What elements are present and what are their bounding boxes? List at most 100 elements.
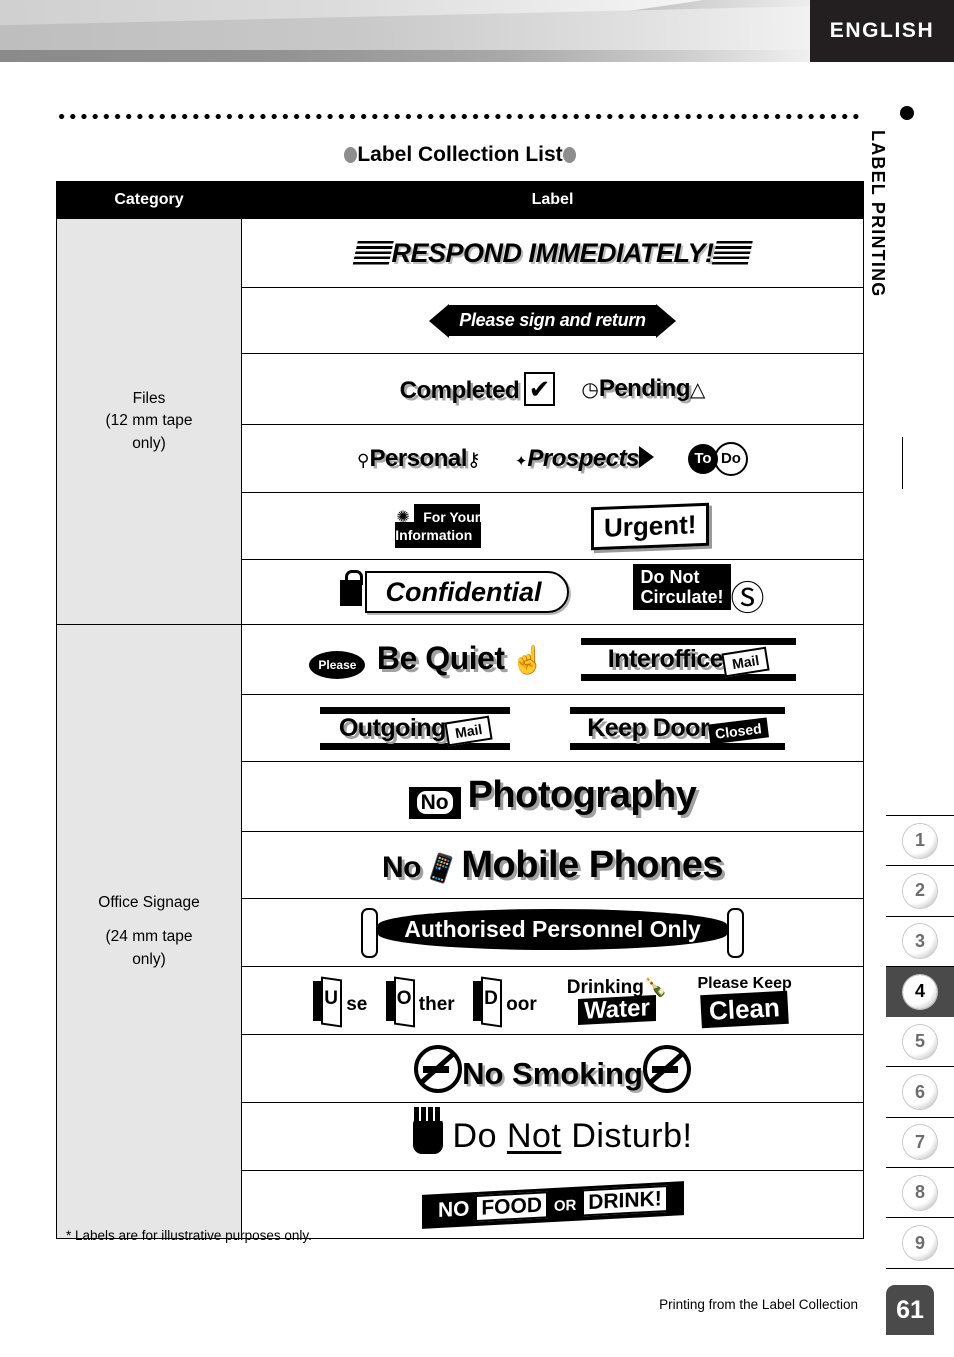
label-text-pending: Pending: [598, 375, 691, 402]
stripe-block-icon: [352, 240, 395, 267]
rule-bar: [570, 706, 785, 714]
label-text-authorised: Authorised Personnel Only: [378, 908, 727, 950]
bullet-dot-icon: [900, 106, 914, 120]
category-note-files: (12 mm tape only): [105, 412, 193, 452]
label-text-keep-door: Keep Door: [587, 713, 710, 742]
label-art-urgent: Urgent!: [591, 502, 710, 550]
label-art-respond-immediately: RESPOND IMMEDIATELY!: [352, 237, 753, 269]
label-text-no-smoking: No Smoking: [462, 1055, 643, 1091]
circle-arrow-icon: △: [690, 379, 706, 401]
post-left-icon: [361, 907, 379, 958]
label-text-no: No: [381, 850, 422, 884]
label-cell-personal-prospects-todo: ⚲Personal⚷ ✦Prospects To Do: [241, 424, 864, 493]
arrow-left-icon: [429, 303, 450, 338]
label-text-nofood-drink: DRINK!: [581, 1184, 668, 1216]
language-badge: ENGLISH: [810, 0, 954, 62]
label-text-photography: Photography: [467, 774, 697, 816]
label-cell-be-quiet-interoffice: Please Be Quiet ☝ Interoffice Mail: [241, 624, 864, 695]
label-text-interoffice: Interoffice: [607, 645, 724, 673]
label-cell-no-food-or-drink: NO FOOD OR DRINK!: [241, 1170, 864, 1239]
title-bullet-right-icon: [562, 147, 576, 163]
label-text-urgent: Urgent!: [604, 508, 697, 543]
key-icon: ⚷: [466, 449, 481, 471]
label-cell-authorised-personnel: Authorised Personnel Only: [241, 898, 864, 967]
header-bottom-strip: [0, 50, 810, 62]
rule-bar: [580, 638, 796, 645]
label-text-use-rest: se: [346, 993, 368, 1015]
label-text-no: No: [416, 791, 453, 814]
label-text-outgoing-mail: Mail: [444, 715, 493, 746]
rule-bar: [320, 742, 510, 750]
label-text-donot-line2: Circulate!: [640, 587, 724, 608]
label-text-other-rest: ther: [418, 993, 455, 1015]
chapter-tab-number: 8: [903, 1175, 937, 1210]
chapter-tab-7[interactable]: 7: [886, 1118, 954, 1169]
label-cell-no-mobile-phones: No📱Mobile Phones: [241, 831, 864, 899]
label-art-please-keep-clean: Please Keep Clean: [698, 975, 792, 1029]
label-text-personal: Personal: [369, 444, 468, 472]
table-row: Office Signage (24 mm tape only) Please B…: [56, 624, 864, 1239]
label-text-do: Do: [713, 441, 748, 476]
label-cell-confidential-donot: Confidential Do Not Circulate! Ⓢ: [241, 559, 864, 625]
label-art-no-food-or-drink: NO FOOD OR DRINK!: [421, 1180, 684, 1229]
chapter-tab-3[interactable]: 3: [886, 917, 954, 967]
footnote: * Labels are for illustrative purposes o…: [66, 1228, 312, 1243]
category-name-office-signage: Office Signage: [98, 893, 200, 911]
label-text-confidential: Confidential: [365, 570, 570, 613]
chapter-tab-1[interactable]: 1: [886, 816, 954, 867]
clock-icon: ◷: [581, 379, 599, 401]
label-cell-please-sign: Please sign and return: [241, 287, 864, 354]
label-text-use-initial: U: [324, 987, 338, 1009]
label-text-mobile-phones: Mobile Phones: [461, 843, 723, 886]
category-note-office-signage: (24 mm tape only): [105, 928, 193, 968]
column-header-category: Category: [56, 181, 242, 219]
post-right-icon: [726, 907, 744, 958]
label-cell-do-not-disturb: Do Not Disturb!: [241, 1102, 864, 1171]
shush-hand-icon: ☝: [510, 645, 545, 675]
chapter-tab-8[interactable]: 8: [886, 1168, 954, 1219]
label-art-personal: ⚲Personal⚷: [357, 445, 481, 473]
chapter-tab-6[interactable]: 6: [886, 1067, 954, 1118]
door-use-icon: U: [313, 980, 340, 1021]
chapter-tab-9[interactable]: 9: [886, 1218, 954, 1269]
chapter-tab-4[interactable]: 4: [886, 966, 954, 1018]
label-text-nofood-or: OR: [553, 1196, 577, 1215]
door-door-icon: D: [473, 980, 500, 1021]
rule-bar: [580, 674, 796, 681]
label-text-mail: Mail: [721, 646, 770, 678]
label-text-nofood-no: NO: [437, 1196, 470, 1222]
label-art-for-your-information: ✺ For Your Information: [395, 504, 482, 548]
table-header-row: Category Label: [56, 181, 864, 219]
arrow-right-icon: [655, 303, 676, 338]
label-cell-no-smoking: No Smoking: [241, 1034, 864, 1103]
chapter-tab-number: 6: [903, 1075, 937, 1110]
label-art-drinking-water: Drinking🍾 Water: [567, 978, 668, 1026]
dotted-divider: [56, 113, 864, 120]
label-art-do-not-disturb: Do Not Disturb!: [412, 1107, 693, 1156]
category-cell-office-signage: Office Signage (24 mm tape only): [56, 624, 242, 1239]
stripe-block-icon: [710, 240, 753, 267]
chapter-tab-number: 1: [903, 823, 937, 858]
label-art-authorised-personnel-only: Authorised Personnel Only: [361, 907, 744, 958]
label-text-please: Please: [309, 651, 366, 679]
label-art-pending: ◷Pending△: [581, 375, 705, 403]
keyhole-icon: ⚲: [357, 450, 370, 470]
label-collection-table: Category Label Files (12 mm tape only) RE…: [56, 181, 864, 1239]
vertical-section-title: LABEL PRINTING: [868, 100, 936, 430]
no-smoking-icon: [642, 1044, 691, 1093]
label-text-respond: RESPOND IMMEDIATELY!: [391, 237, 714, 268]
chapter-tab-2[interactable]: 2: [886, 866, 954, 917]
chapter-tab-5[interactable]: 5: [886, 1017, 954, 1068]
label-text-water: Water: [578, 994, 657, 1026]
label-art-to-do: To Do: [687, 441, 748, 476]
label-text-closed: Closed: [708, 716, 769, 745]
label-art-outgoing-mail: Outgoing Mail: [320, 706, 510, 750]
arrow-right-icon: [638, 445, 654, 468]
label-art-no-mobile-phones: No📱Mobile Phones: [381, 843, 724, 887]
label-art-please-sign-return: Please sign and return: [429, 303, 676, 338]
door-other-icon: O: [385, 980, 413, 1021]
label-art-please-be-quiet: Please Be Quiet ☝: [309, 640, 545, 679]
label-art-use-other-door: U se O ther D oor: [313, 980, 537, 1021]
page-title: Label Collection List: [56, 143, 864, 173]
label-text-clean: Clean: [700, 990, 789, 1029]
